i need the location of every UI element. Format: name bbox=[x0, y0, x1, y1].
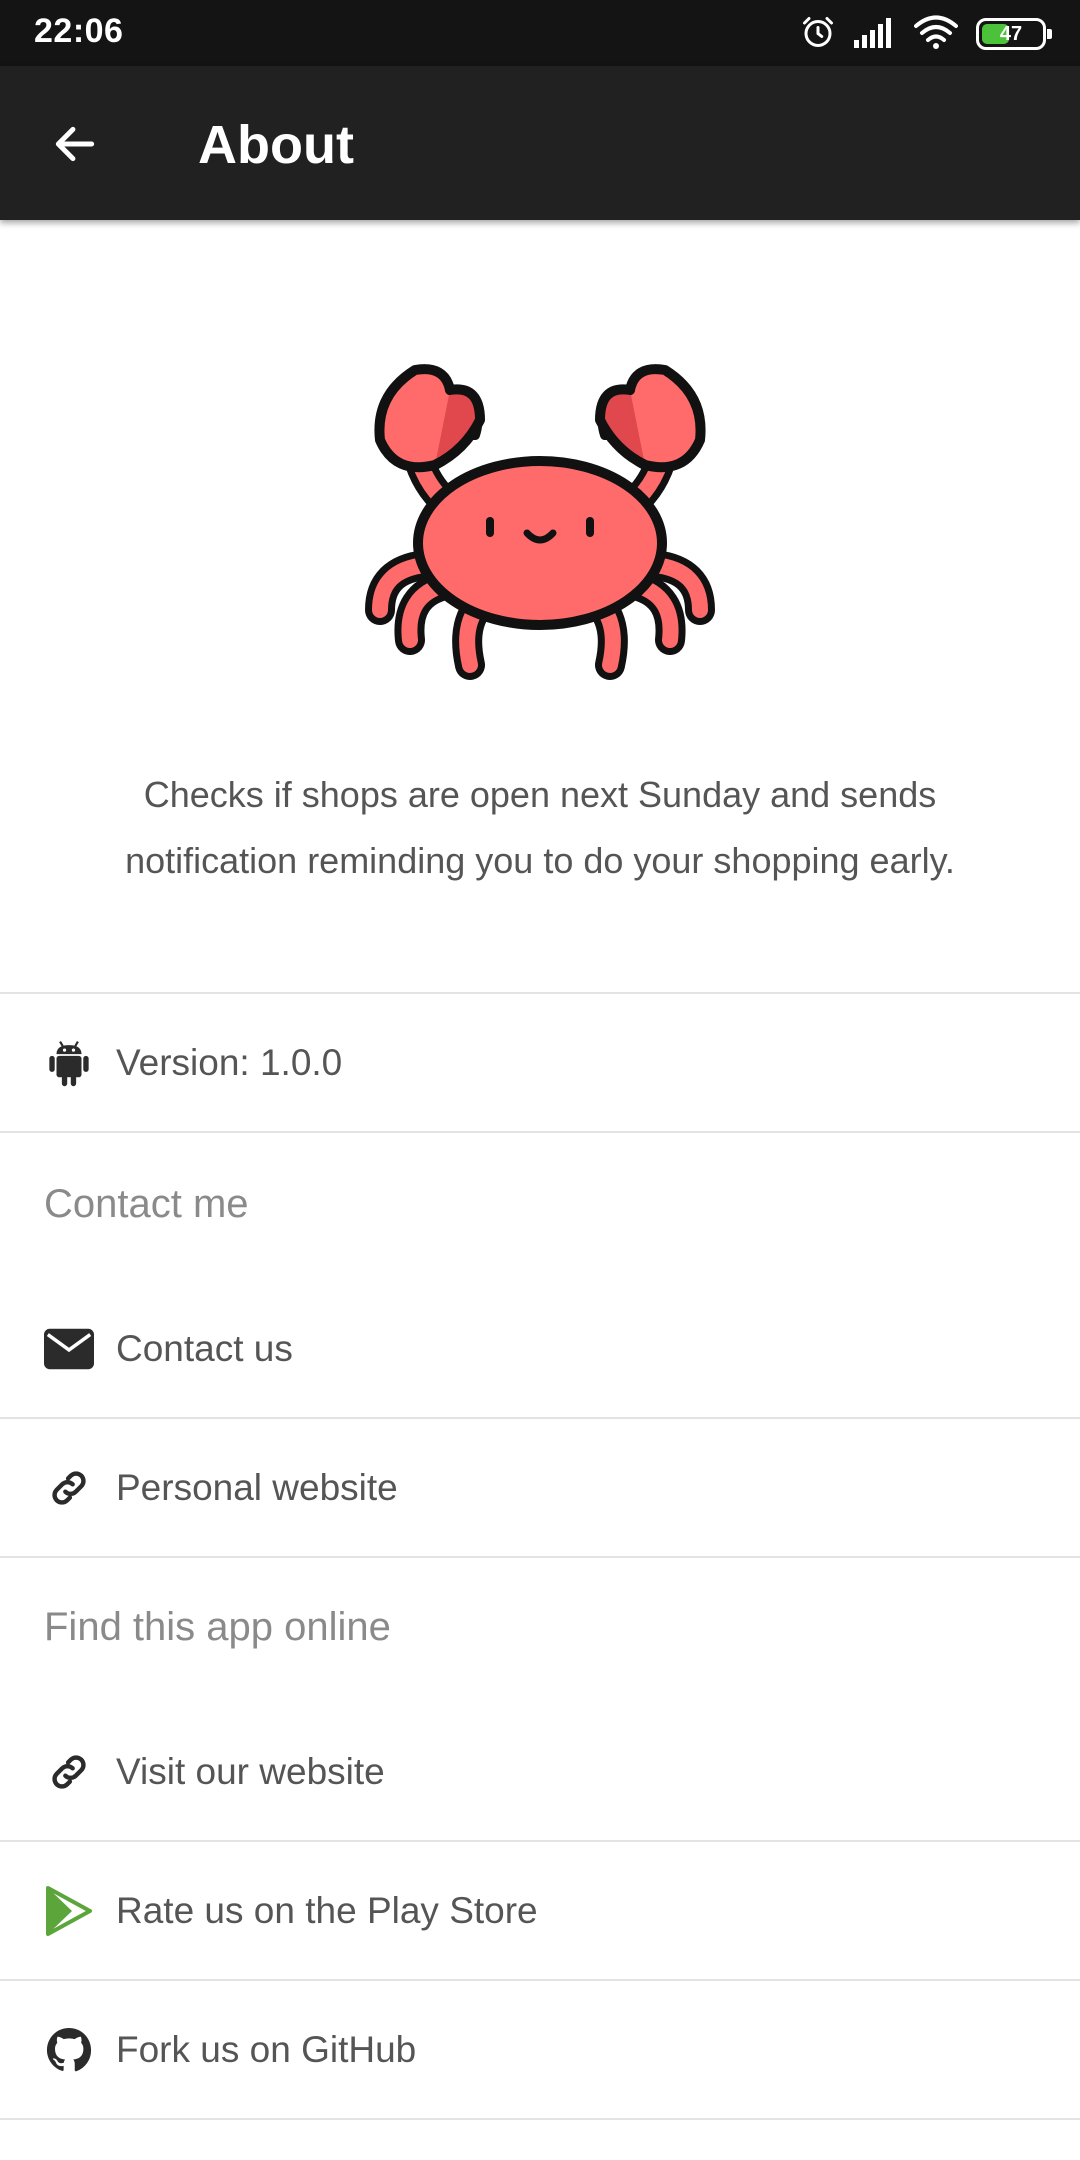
android-icon bbox=[44, 1038, 94, 1088]
rate-play-store-label: Rate us on the Play Store bbox=[116, 1889, 538, 1931]
contact-us-label: Contact us bbox=[116, 1327, 293, 1369]
app-description: Checks if shops are open next Sunday and… bbox=[125, 774, 955, 881]
status-time: 22:06 bbox=[34, 12, 124, 50]
battery-icon: 47 bbox=[976, 18, 1052, 50]
fork-github-label: Fork us on GitHub bbox=[116, 2028, 417, 2070]
version-row[interactable]: Version: 1.0.0 bbox=[0, 994, 1080, 1133]
contact-us-row[interactable]: Contact us bbox=[0, 1280, 1080, 1419]
wifi-icon bbox=[914, 15, 958, 54]
link-icon bbox=[44, 1747, 94, 1797]
crab-logo bbox=[355, 325, 725, 695]
version-label: Version: 1.0.0 bbox=[116, 1041, 343, 1083]
status-icons: 47 bbox=[800, 12, 1052, 56]
visit-website-row[interactable]: Visit our website bbox=[0, 1703, 1080, 1842]
envelope-icon bbox=[44, 1324, 94, 1374]
fork-github-row[interactable]: Fork us on GitHub bbox=[0, 1981, 1080, 2120]
personal-website-label: Personal website bbox=[116, 1466, 398, 1508]
alarm-icon bbox=[800, 14, 836, 55]
page-title: About bbox=[198, 115, 354, 175]
github-icon bbox=[44, 2025, 94, 2075]
app-bar: About bbox=[0, 66, 1080, 220]
personal-website-row[interactable]: Personal website bbox=[0, 1419, 1080, 1558]
rate-play-store-row[interactable]: Rate us on the Play Store bbox=[0, 1842, 1080, 1981]
play-store-icon bbox=[44, 1885, 94, 1936]
visit-website-label: Visit our website bbox=[116, 1750, 385, 1792]
status-bar: 22:06 47 bbox=[0, 0, 1080, 66]
section-header-online: Find this app online bbox=[44, 1605, 391, 1649]
signal-icon bbox=[854, 16, 896, 53]
link-icon bbox=[44, 1463, 94, 1513]
back-button[interactable] bbox=[40, 109, 110, 179]
section-header-contact: Contact me bbox=[44, 1182, 249, 1226]
arrow-left-icon bbox=[55, 126, 95, 162]
crab-illustration bbox=[365, 364, 715, 680]
battery-percent: 47 bbox=[999, 23, 1023, 45]
